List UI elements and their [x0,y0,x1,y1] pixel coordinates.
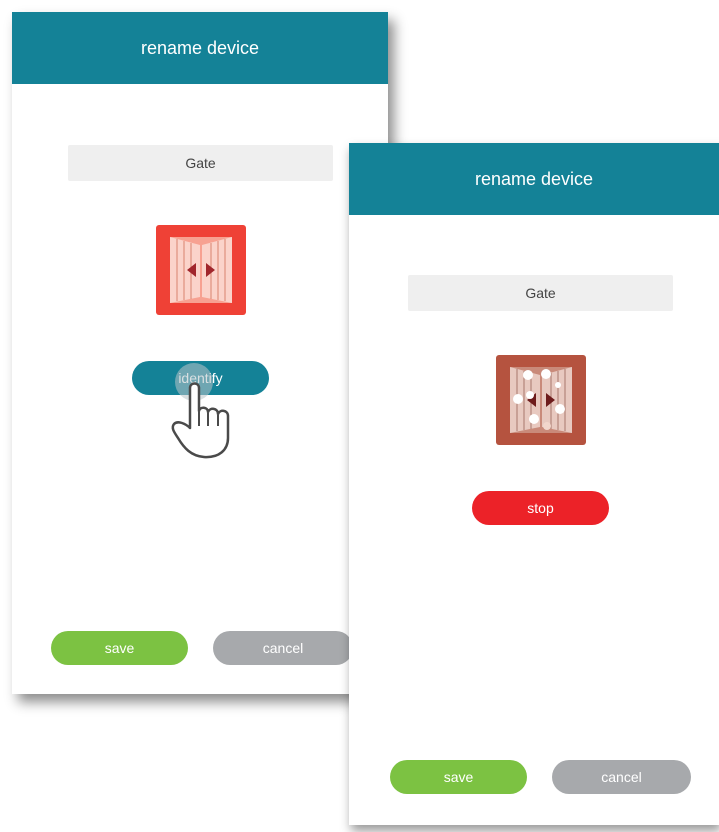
rename-device-screen-stop: rename device stop save cancel [349,143,719,825]
title-bar: rename device [349,143,719,215]
save-label: save [104,640,135,656]
cancel-label: cancel [601,769,642,785]
save-label: save [443,769,474,785]
device-name-field[interactable] [68,145,333,181]
gate-identifying-icon [496,355,586,445]
save-button[interactable]: save [390,760,527,794]
title: rename device [140,37,260,58]
identify-label: identify [178,370,223,386]
save-button[interactable]: save [51,631,188,665]
rename-device-screen-identify: rename device identify save cancel [12,12,388,694]
cancel-button[interactable]: cancel [552,760,691,794]
title: rename device [474,168,594,189]
stop-label: stop [527,500,554,516]
cancel-button[interactable]: cancel [213,631,353,665]
gate-icon [156,225,246,315]
cancel-label: cancel [262,640,304,656]
stop-button[interactable]: stop [472,491,609,525]
identify-button[interactable]: identify [132,361,269,395]
title-bar: rename device [12,12,388,84]
device-name-field[interactable] [408,275,673,311]
